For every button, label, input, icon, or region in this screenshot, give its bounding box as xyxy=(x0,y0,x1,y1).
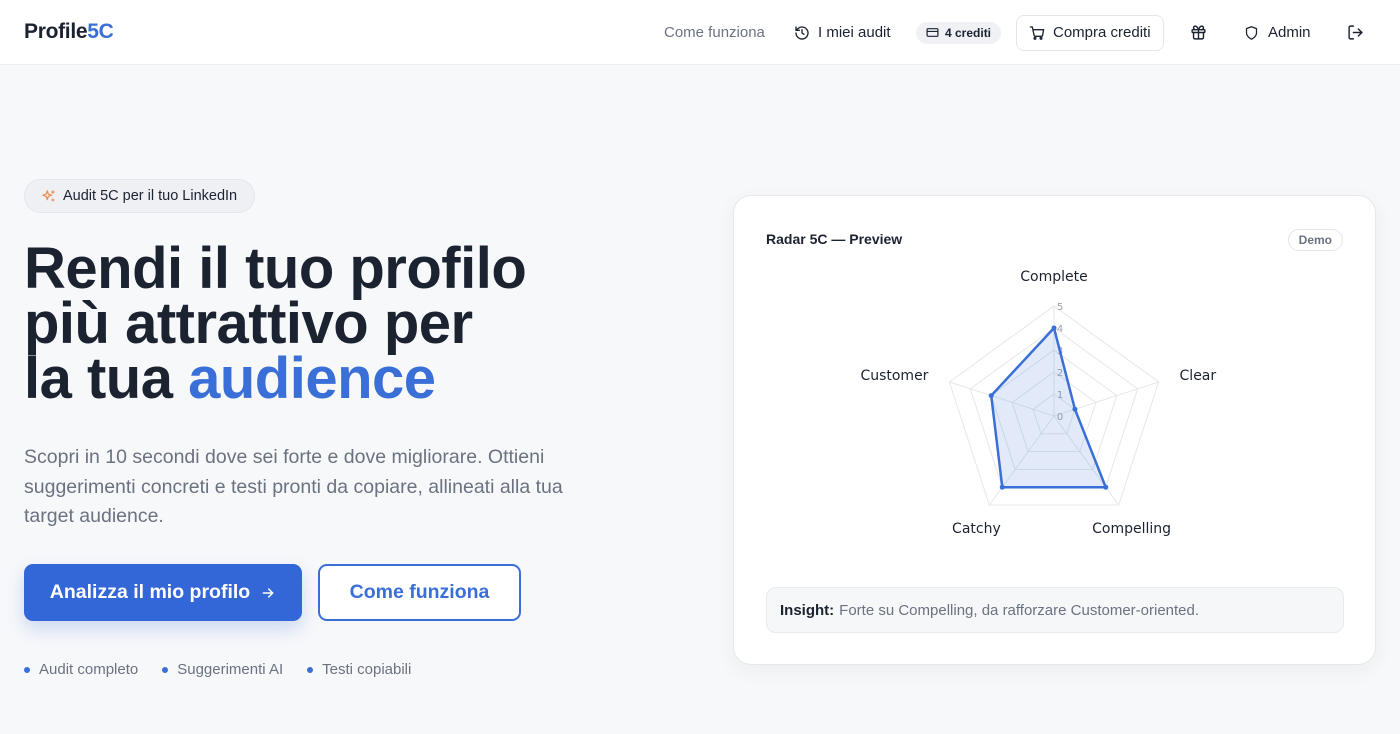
radar-axis-label: Customer xyxy=(860,368,928,384)
feature-list: Audit completo Suggerimenti AI Testi cop… xyxy=(24,661,411,678)
credits-count: 4 crediti xyxy=(945,25,992,40)
how-it-works-button[interactable]: Come funziona xyxy=(318,564,521,621)
radar-data-point xyxy=(999,484,1005,490)
nav-how-it-works[interactable]: Come funziona xyxy=(664,0,765,65)
feature-item: Suggerimenti AI xyxy=(162,661,283,678)
radar-data-point xyxy=(1072,406,1078,412)
insight-box: Insight: Forte su Compelling, da rafforz… xyxy=(766,587,1344,633)
gift-icon xyxy=(1190,24,1207,41)
radar-series-area xyxy=(989,326,1107,489)
bullet-dot xyxy=(162,666,169,673)
sparkles-icon xyxy=(41,189,56,204)
radar-tick-label: 4 xyxy=(1057,324,1063,335)
credit-card-icon xyxy=(926,26,939,39)
hero-tagline-pill: Audit 5C per il tuo LinkedIn xyxy=(24,179,256,213)
arrow-right-icon xyxy=(260,585,276,601)
top-navbar: Profile5C Come funziona I miei audit 4 c… xyxy=(0,0,1400,65)
bullet-dot xyxy=(307,666,314,673)
radar-data-point xyxy=(1103,484,1109,490)
credits-indicator: 4 crediti xyxy=(916,0,1002,65)
bullet-dot xyxy=(24,666,30,673)
feature-item: Audit completo xyxy=(24,661,138,678)
logo[interactable]: Profile5C xyxy=(24,20,114,44)
history-icon xyxy=(794,25,810,41)
analyze-profile-button[interactable]: Analizza il mio profilo xyxy=(24,564,302,621)
radar-axis-label: Clear xyxy=(1180,368,1217,384)
radar-axis-label: Catchy xyxy=(952,521,1001,537)
buy-credits-button[interactable]: Compra crediti xyxy=(1016,0,1164,65)
radar-tick-label: 5 xyxy=(1057,302,1063,313)
nav-my-audits[interactable]: I miei audit xyxy=(794,0,891,65)
cart-icon xyxy=(1029,25,1045,41)
logout-icon xyxy=(1347,24,1364,41)
hero-subtext: Scopri in 10 secondi dove sei forte e do… xyxy=(24,446,563,527)
gift-button[interactable] xyxy=(1190,0,1207,65)
admin-link[interactable]: Admin xyxy=(1244,0,1311,65)
logout-button[interactable] xyxy=(1347,0,1364,65)
radar-axis-label: Compelling xyxy=(1092,521,1171,537)
radar-chart: 012345CompleteClearCompellingCatchyCusto… xyxy=(860,269,1217,537)
radar-axis-label: Complete xyxy=(1020,269,1087,285)
radar-data-point xyxy=(988,393,994,399)
radar-preview-card: Radar 5C — Preview Demo 012345CompleteCl… xyxy=(733,195,1376,665)
feature-item: Testi copiabili xyxy=(307,661,411,678)
shield-icon xyxy=(1244,25,1259,41)
radar-data-point xyxy=(1051,325,1057,331)
hero-headline: Rendi il tuo profilo più attrattivo per … xyxy=(24,236,527,411)
